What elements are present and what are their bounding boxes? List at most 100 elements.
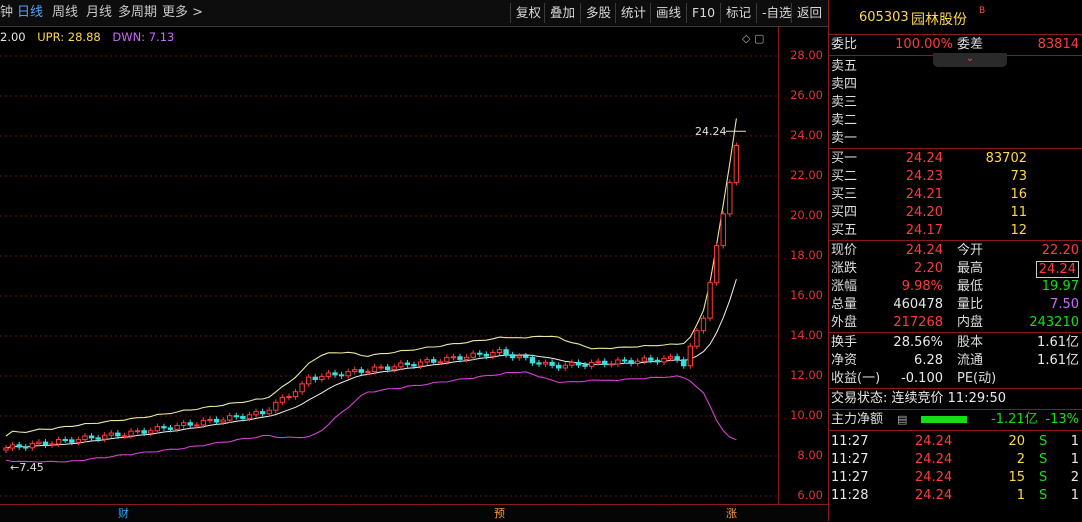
candle-body: [345, 371, 351, 377]
quote-value: 217268: [893, 315, 943, 330]
candle-body: [29, 443, 36, 449]
axis-tick-label: 14.00: [790, 328, 823, 342]
tab-weekly[interactable]: 周线: [52, 4, 78, 22]
event-forecast-icon[interactable]: 预: [494, 505, 505, 521]
fuquan-button[interactable]: 复权: [510, 3, 546, 23]
mark-button[interactable]: 标记: [720, 3, 756, 23]
candle-body: [733, 145, 740, 183]
candle-body: [319, 375, 325, 380]
candle-body: [411, 364, 417, 367]
draw-line-button[interactable]: 画线: [650, 3, 686, 23]
candle-body: [391, 366, 397, 370]
axis-tick-label: 6.00: [797, 488, 823, 502]
candle-body: [180, 422, 187, 426]
tick-volume: 20: [1008, 434, 1025, 449]
axis-tick-label: 18.00: [790, 248, 823, 262]
quote-row: 涨幅 9.98% 最低 19.97: [829, 278, 1082, 296]
tab-daily[interactable]: 日线: [17, 4, 43, 22]
ask-row: 卖四: [829, 76, 1082, 94]
candle-body: [404, 362, 411, 366]
multi-stock-button[interactable]: 多股: [580, 3, 616, 23]
event-limit-up-icon[interactable]: 涨: [726, 505, 737, 521]
candle-body: [227, 415, 233, 421]
candle-body: [667, 356, 674, 359]
axis-tick-label: 16.00: [790, 288, 823, 302]
candle-body: [82, 435, 88, 441]
candle-body: [681, 359, 687, 367]
quote-value: 460478: [893, 297, 943, 312]
flow-bar: [921, 416, 967, 423]
ask-label: 卖一: [831, 131, 858, 146]
stats-button[interactable]: 统计: [615, 3, 651, 23]
candle-body: [694, 330, 700, 347]
bid-label: 买一: [831, 151, 858, 166]
tick-side: S: [1039, 488, 1048, 503]
tick-count: 1: [1070, 434, 1079, 449]
stock-code: 605303: [859, 10, 909, 25]
candle-body: [108, 432, 114, 436]
candle-body: [75, 439, 82, 443]
tab-multi-period[interactable]: 多周期: [118, 4, 157, 22]
fund-label: 换手: [831, 335, 858, 350]
candle-body: [424, 359, 430, 363]
ask-label: 卖三: [831, 95, 858, 110]
quote-label: 总量: [831, 297, 858, 312]
high-price-label: 24.24: [695, 125, 727, 138]
tab-monthly[interactable]: 月线: [86, 4, 112, 22]
candle-body: [279, 396, 286, 403]
candle-body: [332, 372, 338, 376]
chart-settings-icon[interactable]: ◇ ▢: [742, 32, 764, 45]
ask-row: 卖二: [829, 112, 1082, 130]
quote-panel: 605303 园林股份 B 委比 100.00% 委差 83814 ⌄ 卖五 卖四…: [828, 0, 1082, 521]
candle-body: [352, 369, 358, 373]
candle-body: [490, 351, 496, 357]
candle-body: [588, 361, 595, 367]
candle-body: [266, 409, 272, 415]
bid-volume: 11: [1010, 205, 1027, 220]
bid-volume: 83702: [985, 151, 1027, 166]
candle-body: [49, 443, 55, 446]
candle-body: [194, 424, 200, 427]
f10-button[interactable]: F10: [686, 3, 720, 23]
quote-label: 量比: [957, 297, 984, 312]
bid-price: 24.24: [905, 151, 943, 166]
event-report-icon[interactable]: 财: [118, 505, 129, 521]
quote-value: 243210: [1029, 315, 1079, 330]
candle-body: [556, 364, 562, 369]
back-button[interactable]: 返回: [791, 3, 827, 23]
kline-chart[interactable]: 24.24 ←7.45: [0, 26, 778, 506]
tick-side: S: [1039, 434, 1048, 449]
fund-value: 28.56%: [893, 335, 943, 350]
tick-time: 11:27: [831, 470, 869, 485]
candle-body: [431, 359, 437, 363]
candle-body: [477, 352, 483, 355]
candle-body: [437, 361, 443, 364]
fund-label: 收益(一): [831, 371, 881, 386]
tick-side: S: [1039, 452, 1048, 467]
candle-body: [9, 444, 16, 449]
bid-label: 买二: [831, 169, 858, 184]
candle-body: [661, 357, 667, 363]
candle-body: [720, 213, 726, 247]
tab-more[interactable]: 更多 >: [162, 4, 203, 22]
bid-label: 买四: [831, 205, 858, 220]
candle-body: [312, 376, 318, 380]
candle-body: [628, 360, 634, 364]
bid-volume: 12: [1010, 223, 1027, 238]
fund-label: 股本: [957, 335, 984, 350]
menu-icon[interactable]: ▤: [897, 410, 907, 430]
candle-body: [246, 414, 253, 419]
candle-body: [496, 349, 503, 353]
indicator-dwn: DWN: 7.13: [112, 30, 175, 44]
fund-label: 流通: [957, 353, 984, 368]
candle-body: [648, 357, 654, 361]
candle-body: [292, 391, 299, 398]
tab-minute[interactable]: 钟: [0, 4, 13, 22]
candle-body: [700, 317, 707, 332]
overlay-button[interactable]: 叠加: [544, 3, 580, 23]
candle-body: [470, 352, 476, 358]
tick-count: 2: [1070, 470, 1079, 485]
stock-badge: B: [979, 6, 986, 16]
tick-row: 11:27 24.24 2 S 1: [829, 451, 1082, 469]
candle-body: [536, 362, 542, 365]
